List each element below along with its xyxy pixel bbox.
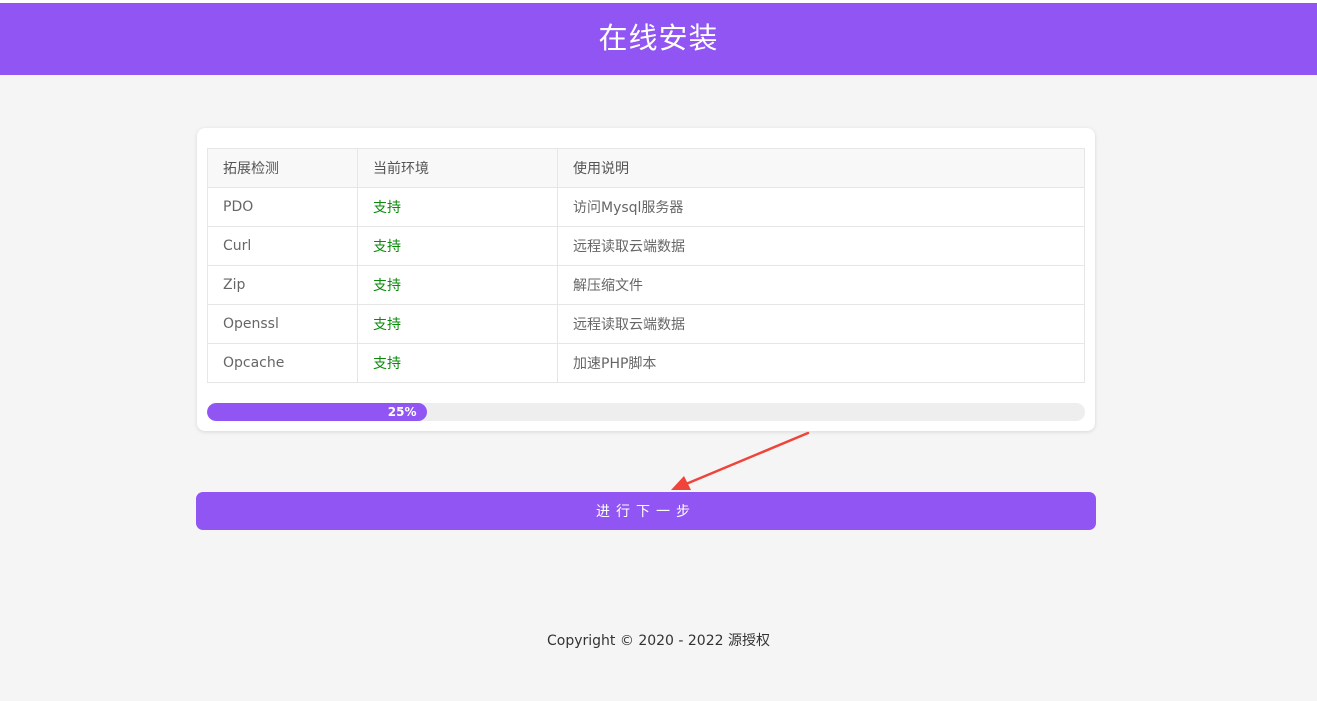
table-row: Zip 支持 解压缩文件 (207, 265, 1085, 305)
page-title: 在线安装 (598, 21, 719, 55)
extension-name: Opcache (207, 343, 358, 383)
extension-name: Openssl (207, 304, 358, 344)
extension-name: Curl (207, 226, 358, 266)
extension-description: 加速PHP脚本 (557, 343, 1085, 383)
extension-check-card: 拓展检测 当前环境 使用说明 PDO 支持 访问Mysql服务器 Curl 支持… (197, 128, 1095, 431)
table-row: Openssl 支持 远程读取云端数据 (207, 304, 1085, 344)
extension-name: PDO (207, 187, 358, 227)
column-header-extension: 拓展检测 (207, 148, 358, 188)
extension-description: 解压缩文件 (557, 265, 1085, 305)
extension-status: 支持 (357, 265, 558, 305)
extension-status: 支持 (357, 226, 558, 266)
install-progress-bar: 25% (207, 403, 1085, 421)
page-header: 在线安装 (0, 3, 1317, 75)
extension-description: 远程读取云端数据 (557, 304, 1085, 344)
column-header-environment: 当前环境 (357, 148, 558, 188)
table-header-row: 拓展检测 当前环境 使用说明 (207, 148, 1085, 188)
extension-name: Zip (207, 265, 358, 305)
extension-status: 支持 (357, 304, 558, 344)
extension-status: 支持 (357, 187, 558, 227)
progress-fill: 25% (207, 403, 427, 421)
table-row: Curl 支持 远程读取云端数据 (207, 226, 1085, 266)
extension-table: 拓展检测 当前环境 使用说明 PDO 支持 访问Mysql服务器 Curl 支持… (207, 148, 1085, 383)
column-header-description: 使用说明 (557, 148, 1085, 188)
extension-description: 远程读取云端数据 (557, 226, 1085, 266)
extension-description: 访问Mysql服务器 (557, 187, 1085, 227)
progress-label: 25% (387, 405, 417, 419)
table-row: PDO 支持 访问Mysql服务器 (207, 187, 1085, 227)
next-step-button[interactable]: 进行下一步 (196, 492, 1096, 530)
copyright-footer: Copyright © 2020 - 2022 源授权 (547, 633, 770, 649)
table-row: Opcache 支持 加速PHP脚本 (207, 343, 1085, 383)
extension-status: 支持 (357, 343, 558, 383)
